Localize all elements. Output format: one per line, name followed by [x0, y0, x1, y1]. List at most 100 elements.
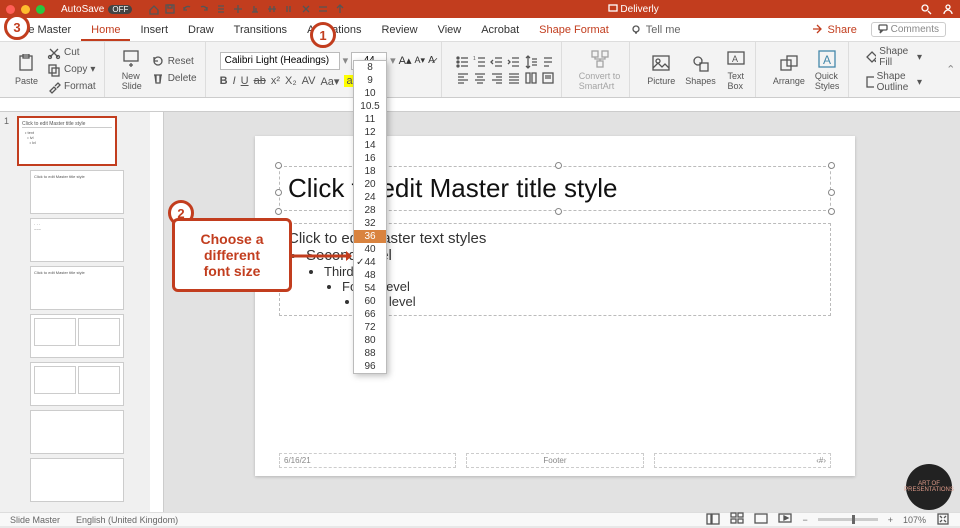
change-case-button[interactable]: Aa▾ [320, 75, 339, 88]
increase-indent-button[interactable] [507, 55, 521, 68]
shape-fill-button[interactable]: Shape Fill ▾ [863, 45, 924, 69]
layout-thumbnail[interactable] [30, 410, 124, 454]
redo-icon[interactable] [199, 4, 210, 15]
layout-thumbnail[interactable]: · · ·~~~ [30, 218, 124, 262]
size-option-hover[interactable]: 36 [354, 230, 386, 243]
size-option[interactable]: 66 [354, 308, 386, 321]
layout-thumbnail[interactable] [30, 362, 124, 406]
shrink-font-button[interactable]: A▾ [415, 55, 426, 66]
fit-to-window-button[interactable] [936, 512, 950, 528]
strike-button[interactable]: ab [254, 75, 266, 87]
slidenum-placeholder[interactable]: ‹#› [654, 453, 831, 468]
user-icon[interactable] [942, 3, 954, 15]
shape-outline-button[interactable]: Shape Outline ▾ [863, 70, 924, 94]
size-option[interactable]: 9 [354, 74, 386, 87]
line-spacing-button[interactable] [524, 55, 538, 68]
tab-transitions[interactable]: Transitions [224, 18, 297, 41]
status-language[interactable]: English (United Kingdom) [76, 515, 178, 525]
slide[interactable]: Click to edit Master title style Click t… [255, 136, 855, 476]
size-option[interactable]: 80 [354, 334, 386, 347]
size-option[interactable]: 28 [354, 204, 386, 217]
italic-button[interactable]: I [233, 75, 236, 87]
paste-button[interactable]: Paste [12, 54, 41, 86]
tab-shape-format[interactable]: Shape Format [529, 18, 619, 41]
tab-draw[interactable]: Draw [178, 18, 224, 41]
footer-placeholder[interactable]: Footer [466, 453, 643, 468]
qat-icon[interactable] [318, 4, 329, 15]
align-center-button[interactable] [473, 71, 487, 84]
size-option[interactable]: 54 [354, 282, 386, 295]
view-normal-button[interactable] [706, 512, 720, 528]
comments-button[interactable]: Comments [871, 22, 946, 37]
master-slide-thumbnail[interactable]: Click to edit Master title style • text … [17, 116, 117, 166]
size-option[interactable]: 10.5 [354, 100, 386, 113]
decrease-indent-button[interactable] [490, 55, 504, 68]
zoom-out-button[interactable]: − [802, 515, 807, 525]
qat-icon[interactable] [250, 4, 261, 15]
zoom-level[interactable]: 107% [903, 515, 926, 525]
char-spacing-button[interactable]: AV [302, 75, 316, 87]
size-option[interactable]: 60 [354, 295, 386, 308]
size-option[interactable]: 48 [354, 269, 386, 282]
delete-button[interactable]: Delete [149, 70, 199, 86]
undo-icon[interactable] [182, 4, 193, 15]
format-painter-button[interactable]: Format [45, 79, 98, 95]
size-option[interactable]: 40 [354, 243, 386, 256]
view-slideshow-button[interactable] [778, 512, 792, 528]
convert-smartart-button[interactable]: Convert to SmartArt [576, 49, 624, 91]
align-right-button[interactable] [490, 71, 504, 84]
font-name-select[interactable] [220, 52, 340, 70]
reset-button[interactable]: Reset [149, 53, 199, 69]
copy-button[interactable]: Copy ▾ [45, 62, 98, 78]
underline-button[interactable]: U [241, 75, 249, 87]
qat-icon[interactable] [233, 4, 244, 15]
zoom-slider[interactable] [818, 518, 878, 521]
columns-button[interactable] [524, 71, 538, 84]
size-option[interactable]: 11 [354, 113, 386, 126]
tell-me[interactable]: Tell me [619, 18, 691, 41]
size-option[interactable]: 14 [354, 139, 386, 152]
tab-view[interactable]: View [428, 18, 472, 41]
minimize-window-button[interactable] [21, 5, 30, 14]
size-option[interactable]: 10 [354, 87, 386, 100]
size-option[interactable]: 96 [354, 360, 386, 373]
size-option[interactable]: 18 [354, 165, 386, 178]
layout-thumbnail[interactable] [30, 458, 124, 502]
text-direction-button[interactable] [541, 55, 555, 68]
tab-insert[interactable]: Insert [130, 18, 178, 41]
view-reading-button[interactable] [754, 512, 768, 528]
align-left-button[interactable] [456, 71, 470, 84]
qat-icon[interactable] [301, 4, 312, 15]
textbox-button[interactable]: AText Box [723, 49, 749, 91]
layout-thumbnail[interactable]: Click to edit Master title style [30, 170, 124, 214]
picture-button[interactable]: Picture [644, 54, 678, 86]
subscript-button[interactable]: x² [271, 75, 280, 87]
save-icon[interactable] [165, 4, 176, 15]
size-option[interactable]: 24 [354, 191, 386, 204]
shapes-button[interactable]: Shapes [682, 54, 719, 86]
size-option[interactable]: 16 [354, 152, 386, 165]
qat-icon[interactable] [267, 4, 278, 15]
align-text-button[interactable] [541, 71, 555, 84]
tab-review[interactable]: Review [371, 18, 427, 41]
size-option[interactable]: 8 [354, 61, 386, 74]
arrange-button[interactable]: Arrange [770, 54, 808, 86]
view-sorter-button[interactable] [730, 512, 744, 528]
size-option-current[interactable]: 44 [354, 256, 386, 269]
qat-icon[interactable] [284, 4, 295, 15]
clear-format-button[interactable]: A̷ [428, 55, 435, 66]
qat-icon[interactable] [335, 4, 346, 15]
size-option[interactable]: 72 [354, 321, 386, 334]
collapse-ribbon-button[interactable]: ⌃ [938, 63, 960, 76]
autosave-toggle[interactable]: AutoSave OFF [61, 4, 132, 15]
bold-button[interactable]: B [220, 75, 228, 87]
date-placeholder[interactable]: 6/16/21 [279, 453, 456, 468]
layout-thumbnail[interactable]: Click to edit Master title style [30, 266, 124, 310]
tab-home[interactable]: Home [81, 18, 130, 41]
tab-acrobat[interactable]: Acrobat [471, 18, 529, 41]
font-dropdown-arrow[interactable]: ▾ [343, 54, 349, 67]
cut-button[interactable]: Cut [45, 45, 98, 61]
size-option[interactable]: 12 [354, 126, 386, 139]
search-icon[interactable] [920, 3, 932, 15]
quick-styles-button[interactable]: AQuick Styles [812, 49, 843, 91]
